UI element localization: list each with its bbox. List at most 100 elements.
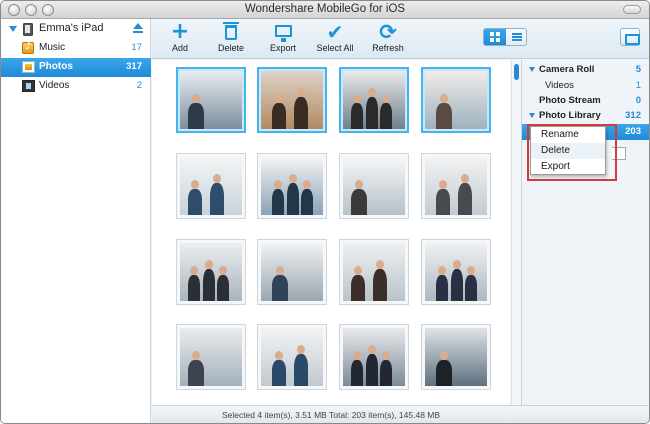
photo-image [425,328,487,386]
photo-image [180,71,242,129]
grid-view-icon [490,32,500,42]
sidebar-item-count: 17 [131,42,142,53]
eject-icon[interactable] [133,23,143,34]
sidebar-item-count: 317 [126,61,142,72]
photo-thumbnail[interactable] [257,324,327,390]
photo-image [343,328,405,386]
photo-image [180,328,242,386]
add-button-label: Add [171,43,188,53]
trash-icon [206,22,256,42]
photo-thumbnail[interactable] [421,67,491,133]
photo-thumbnail[interactable] [176,239,246,305]
select-all-button-label: Select All [316,43,354,53]
export-button-label: Export [269,43,296,53]
app-window: Wondershare MobileGo for iOS Emma's iPad… [0,0,650,424]
list-view-button[interactable] [506,29,526,45]
select-all-button[interactable]: ✔ Select All [310,22,360,56]
photo-thumbnail[interactable] [176,67,246,133]
disclosure-triangle-icon[interactable] [9,26,17,32]
album-videos[interactable]: Videos 1 [522,78,649,94]
photo-thumbnail[interactable] [339,153,409,219]
device-row[interactable]: Emma's iPad [1,19,151,38]
album-label: Camera Roll [539,64,595,75]
photo-image [343,71,405,129]
scrollbar-thumb[interactable] [514,64,519,80]
status-bar: Selected 4 item(s), 3.51 MB Total: 203 i… [152,405,649,423]
photo-grid [152,60,510,405]
photo-image [343,243,405,301]
photo-thumbnail[interactable] [339,324,409,390]
sidebar-item-label: Videos [39,80,70,91]
menu-item-delete[interactable]: Delete [531,143,605,159]
photo-image [261,71,323,129]
photo-image [425,157,487,215]
ipad-icon [23,23,33,36]
sidebar-item-music[interactable]: Music 17 [1,39,151,58]
photo-thumbnail[interactable] [176,153,246,219]
device-sidebar: Emma's iPad Music 17 Photos 317 Videos 2 [1,19,151,423]
album-photo-library[interactable]: Photo Library 312 [522,108,649,124]
disclosure-triangle-icon[interactable] [529,67,535,72]
album-count: 203 [625,126,641,137]
music-icon [22,41,34,54]
photos-icon [22,61,35,73]
photo-thumbnail[interactable] [257,67,327,133]
photo-image [180,243,242,301]
sidebar-item-count: 2 [136,80,142,91]
photo-thumbnail[interactable] [339,67,409,133]
add-button[interactable]: + Add [155,19,205,56]
refresh-icon: ⟳ [379,20,397,44]
album-label: Photo Library [539,110,601,121]
photo-grid-scrollbar[interactable] [511,60,521,405]
album-label: Videos [545,80,574,91]
checkmark-icon: ✔ [326,20,344,44]
plus-icon: + [170,19,190,44]
delete-button[interactable]: Delete [206,22,256,56]
refresh-button-label: Refresh [372,43,404,53]
photo-image [425,243,487,301]
grid-view-button[interactable] [484,29,506,45]
device-name: Emma's iPad [39,22,104,34]
photo-image [343,157,405,215]
photo-image [261,328,323,386]
export-button[interactable]: Export [258,22,308,56]
main-toolbar: + Add Delete Export ✔ Select All ⟳ Refre… [152,19,649,59]
album-panel: Camera Roll 5 Videos 1 Photo Stream 0 Ph… [521,60,649,405]
photo-image [425,71,487,129]
photo-thumbnail[interactable] [421,239,491,305]
photo-thumbnail[interactable] [176,324,246,390]
sidebar-item-label: Music [39,42,66,53]
sidebar-item-photos[interactable]: Photos 317 [1,58,151,77]
album-count: 5 [635,64,641,75]
disclosure-triangle-icon[interactable] [529,113,535,118]
photo-thumbnail[interactable] [421,153,491,219]
photo-thumbnail[interactable] [257,239,327,305]
menu-item-export[interactable]: Export [531,159,605,175]
videos-icon [22,80,35,92]
album-photo-stream[interactable]: Photo Stream 0 [522,93,649,109]
refresh-button[interactable]: ⟳ Refresh [363,22,413,56]
export-icon [258,22,308,42]
toolbar-toggle-button[interactable] [623,5,641,14]
album-count: 0 [635,95,641,106]
album-count: 312 [625,110,641,121]
photo-thumbnail[interactable] [257,153,327,219]
menu-item-rename[interactable]: Rename [531,127,605,143]
context-menu: Rename Delete Export [530,126,606,175]
photo-thumbnail[interactable] [421,324,491,390]
list-view-icon [512,33,522,41]
status-text: Selected 4 item(s), 3.51 MB Total: 203 i… [221,410,441,420]
sidebar-item-label: Photos [39,61,73,72]
photo-image [180,157,242,215]
photo-image [261,243,323,301]
album-camera-roll[interactable]: Camera Roll 5 [522,62,649,78]
album-count: 1 [635,80,641,91]
photo-image [261,157,323,215]
photo-thumbnail[interactable] [339,239,409,305]
title-bar: Wondershare MobileGo for iOS [1,1,649,19]
delete-button-label: Delete [217,43,244,53]
device-manage-button[interactable] [620,28,640,46]
view-mode-toggle [483,28,527,46]
sidebar-item-videos[interactable]: Videos 2 [1,77,151,96]
album-label: Photo Stream [539,95,601,106]
